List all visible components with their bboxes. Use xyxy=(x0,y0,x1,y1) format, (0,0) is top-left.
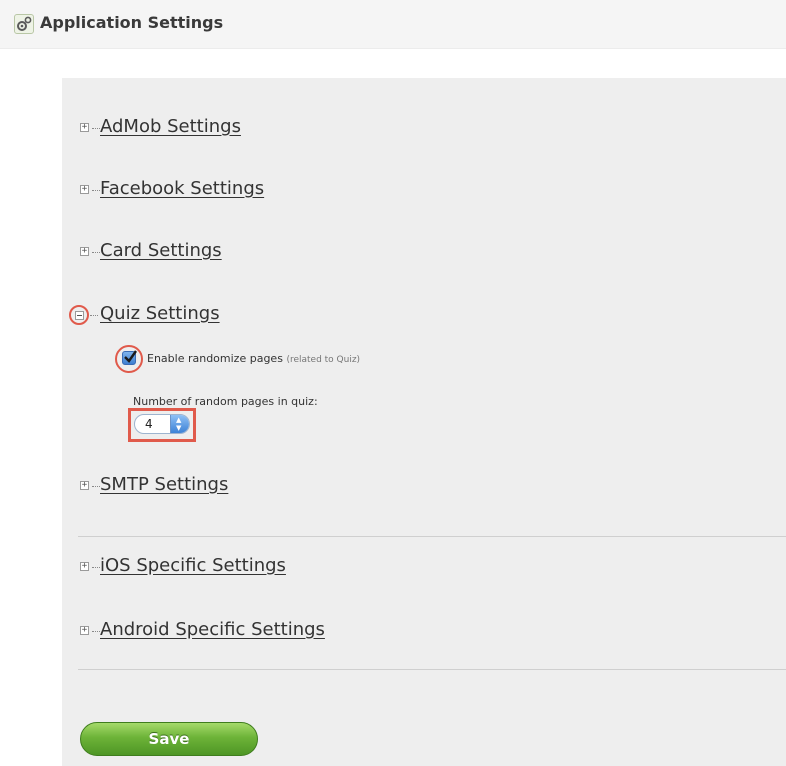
stepper-arrows-icon[interactable]: ▲ ▼ xyxy=(170,415,189,433)
checkbox-highlight[interactable] xyxy=(115,345,143,373)
expand-icon[interactable]: + xyxy=(80,123,89,132)
section-label-ios[interactable]: iOS Specific Settings xyxy=(100,555,286,576)
save-button[interactable]: Save xyxy=(80,722,258,756)
dotted-connector xyxy=(92,567,100,568)
enable-randomize-checkbox[interactable] xyxy=(122,350,137,365)
gear-icon xyxy=(14,14,34,34)
enable-randomize-note: (related to Quiz) xyxy=(286,355,361,365)
down-arrow-icon[interactable]: ▼ xyxy=(176,425,181,432)
divider xyxy=(78,669,786,670)
section-ios[interactable]: + iOS Specific Settings xyxy=(78,555,578,581)
section-label-quiz[interactable]: Quiz Settings xyxy=(100,303,220,324)
expand-icon[interactable]: + xyxy=(80,247,89,256)
header-bar: Application Settings xyxy=(0,0,786,49)
dotted-connector xyxy=(90,315,98,316)
dotted-connector xyxy=(92,631,100,632)
expand-icon[interactable]: + xyxy=(80,185,89,194)
section-android[interactable]: + Android Specific Settings xyxy=(78,619,578,645)
collapse-icon-highlight[interactable] xyxy=(69,305,89,325)
collapse-icon[interactable] xyxy=(75,311,84,320)
enable-randomize-text: Enable randomize pages xyxy=(147,352,283,365)
dotted-connector xyxy=(92,190,100,191)
enable-randomize-label: Enable randomize pages (related to Quiz) xyxy=(147,352,360,365)
random-pages-value: 4 xyxy=(145,417,153,431)
random-pages-select[interactable]: 4 ▲ ▼ xyxy=(134,414,190,434)
checkmark-icon xyxy=(124,350,137,363)
expand-icon[interactable]: + xyxy=(80,481,89,490)
section-admob[interactable]: + AdMob Settings xyxy=(78,116,578,142)
divider xyxy=(78,536,786,537)
section-label-android[interactable]: Android Specific Settings xyxy=(100,619,325,640)
section-facebook[interactable]: + Facebook Settings xyxy=(78,178,578,204)
section-label-smtp[interactable]: SMTP Settings xyxy=(100,474,228,495)
random-pages-label: Number of random pages in quiz: xyxy=(133,395,318,408)
section-quiz[interactable]: Quiz Settings xyxy=(68,303,568,329)
page-title: Application Settings xyxy=(40,13,224,32)
dotted-connector xyxy=(92,486,100,487)
section-label-admob[interactable]: AdMob Settings xyxy=(100,116,241,137)
up-arrow-icon[interactable]: ▲ xyxy=(176,417,181,424)
section-label-facebook[interactable]: Facebook Settings xyxy=(100,178,264,199)
section-label-card[interactable]: Card Settings xyxy=(100,240,222,261)
expand-icon[interactable]: + xyxy=(80,562,89,571)
dotted-connector xyxy=(92,128,100,129)
section-card[interactable]: + Card Settings xyxy=(78,240,578,266)
section-smtp[interactable]: + SMTP Settings xyxy=(78,474,578,500)
dotted-connector xyxy=(92,252,100,253)
expand-icon[interactable]: + xyxy=(80,626,89,635)
